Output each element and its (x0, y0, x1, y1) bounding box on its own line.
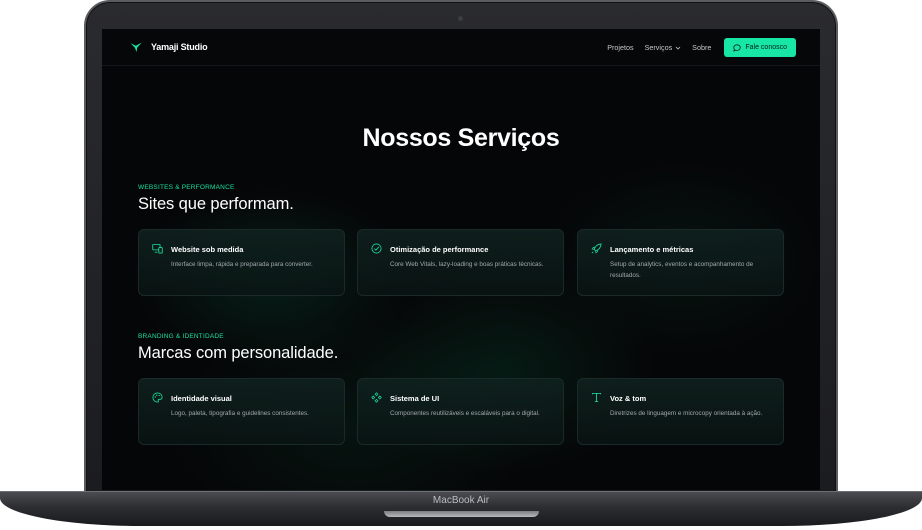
brand-bird-icon (130, 42, 142, 52)
monitor-phone-icon (152, 243, 163, 254)
camera (458, 16, 463, 21)
brand-logo-link[interactable]: Yamaji Studio (130, 41, 208, 53)
browser-viewport: Yamaji Studio Projetos Serviços Sobre Fa… (102, 29, 820, 490)
nav-link-projetos[interactable]: Projetos (607, 43, 633, 52)
service-card-performance[interactable]: Otimização de performance Core Web Vital… (357, 229, 564, 296)
device-label: MacBook Air (432, 495, 490, 506)
card-title: Voz & tom (610, 394, 647, 403)
card-title: Identidade visual (171, 394, 232, 403)
service-card-identity[interactable]: Identidade visual Logo, paleta, tipograf… (138, 378, 345, 445)
rocket-icon (591, 243, 602, 254)
nav-links: Projetos Serviços Sobre Fale conosco (607, 38, 796, 57)
card-description: Componentes reutilizáveis e escaláveis p… (390, 410, 540, 417)
section-eyebrow: BRANDING & IDENTIDADE (138, 333, 224, 340)
card-description: Logo, paleta, tipografia e guidelines co… (171, 410, 309, 417)
card-title: Lançamento e métricas (610, 245, 694, 254)
type-icon (591, 392, 602, 403)
gauge-check-icon (371, 243, 382, 254)
palette-icon (152, 392, 163, 403)
service-cards: Website sob medida Interface limpa, rápi… (138, 229, 784, 296)
brand-name: Yamaji Studio (151, 42, 208, 52)
section-websites: WEBSITES & PERFORMANCE Sites que perform… (138, 184, 784, 296)
section-eyebrow: WEBSITES & PERFORMANCE (138, 184, 235, 191)
section-branding: BRANDING & IDENTIDADE Marcas com persona… (138, 333, 784, 445)
chevron-down-icon (675, 46, 681, 50)
card-description: Diretrizes de linguagem e microcopy orie… (610, 410, 763, 417)
service-cards: Identidade visual Logo, paleta, tipograf… (138, 378, 784, 445)
section-heading: Marcas com personalidade. (138, 344, 339, 362)
card-description: Core Web Vitals, lazy-loading e boas prá… (390, 261, 544, 268)
card-description: Setup de analytics, eventos e acompanham… (610, 261, 754, 279)
nav-link-sobre[interactable]: Sobre (692, 43, 711, 52)
service-card-voice[interactable]: Voz & tom Diretrizes de linguagem e micr… (577, 378, 784, 445)
contact-cta-label: Fale conosco (745, 44, 787, 51)
page-title: Nossos Serviços (362, 124, 560, 152)
component-icon (371, 392, 382, 403)
navbar: Yamaji Studio Projetos Serviços Sobre Fa… (102, 29, 820, 66)
card-title: Sistema de UI (390, 394, 440, 403)
card-description: Interface limpa, rápida e preparada para… (171, 261, 313, 268)
laptop-notch (384, 511, 539, 517)
card-title: Otimização de performance (390, 245, 489, 254)
section-heading: Sites que performam. (138, 195, 294, 213)
service-card-website[interactable]: Website sob medida Interface limpa, rápi… (138, 229, 345, 296)
nav-link-servicos[interactable]: Serviços (645, 43, 682, 52)
card-title: Website sob medida (171, 245, 244, 254)
contact-cta-button[interactable]: Fale conosco (724, 38, 796, 57)
service-card-ui-system[interactable]: Sistema de UI Componentes reutilizáveis … (357, 378, 564, 445)
chat-bubble-icon (733, 43, 741, 52)
nav-link-servicos-label: Serviços (644, 43, 673, 52)
service-card-launch[interactable]: Lançamento e métricas Setup de analytics… (577, 229, 784, 296)
